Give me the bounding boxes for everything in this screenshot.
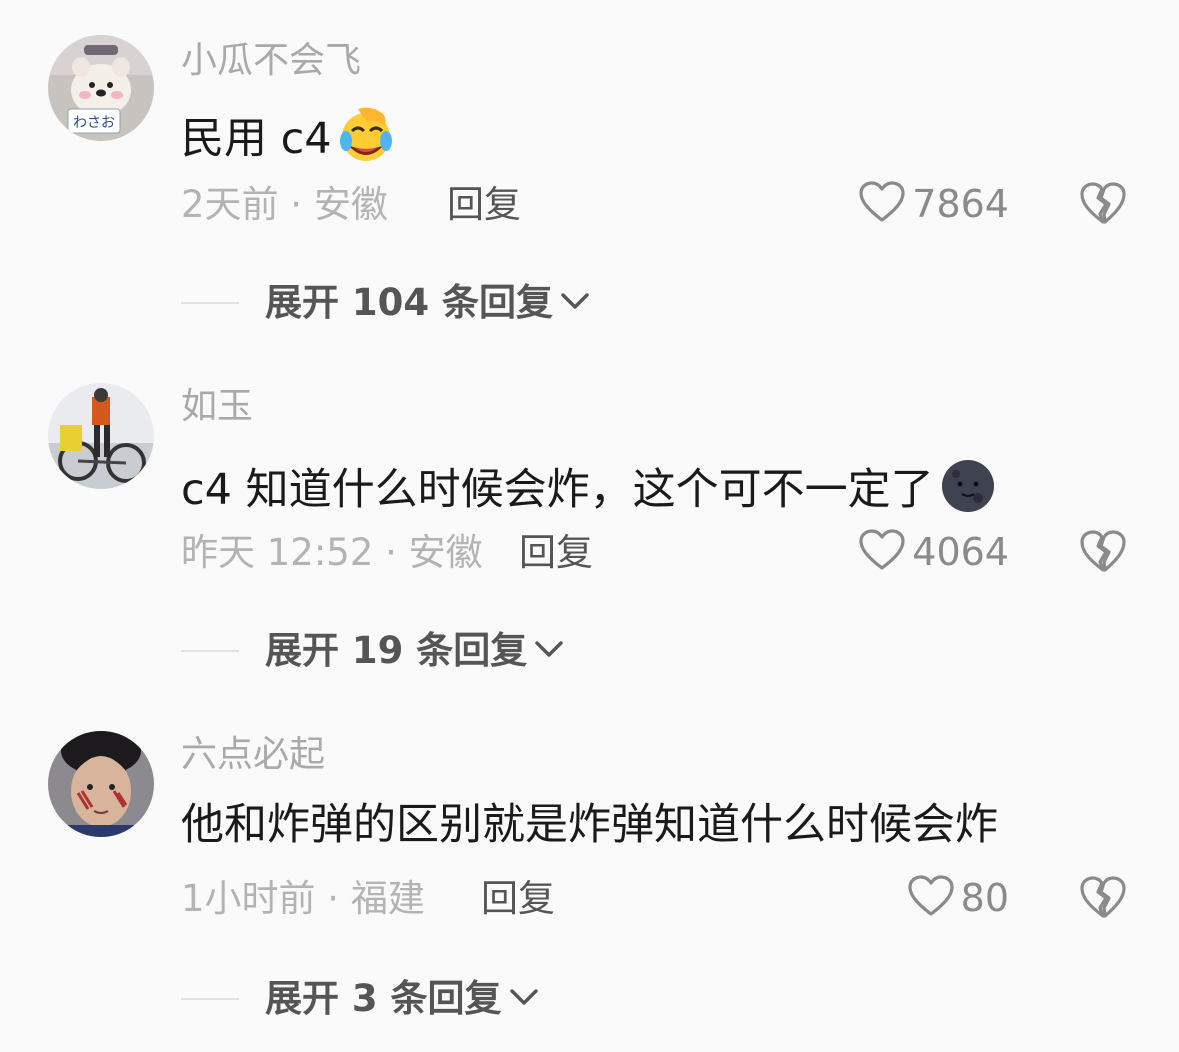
comment-text: 民用 c4: [181, 107, 396, 171]
like-count: 4064: [912, 530, 1009, 574]
comment-text-body: c4 知道什么时候会炸，这个可不一定了: [181, 464, 934, 515]
comment-meta: 2天前 · 安徽: [181, 183, 388, 226]
reply-button[interactable]: 回复: [447, 186, 521, 223]
heart-outline-icon: [858, 180, 906, 228]
broken-heart-icon: [1078, 182, 1128, 230]
avatar[interactable]: わさお: [48, 35, 154, 141]
like-count: 80: [960, 876, 1009, 920]
chevron-down-icon: [559, 290, 591, 316]
comment-text: 他和炸弹的区别就是炸弹知道什么时候会炸: [181, 804, 998, 847]
expand-replies-label: 展开 3 条回复: [265, 977, 502, 1020]
username[interactable]: 小瓜不会飞: [181, 43, 361, 79]
comment-list: わさお 小瓜不会飞 民用 c4 2天前 · 安徽 回复 7864 展开 104 …: [0, 0, 1179, 1052]
heart-outline-icon: [858, 528, 906, 576]
dislike-button[interactable]: [1078, 180, 1128, 230]
divider: [181, 997, 239, 1000]
comment-item: 如玉 c4 知道什么时候会炸，这个可不一定了 昨天 12:52 · 安徽 回复: [0, 348, 1179, 696]
comment-meta: 1小时前 · 福建: [181, 877, 425, 920]
chevron-down-icon: [533, 638, 565, 664]
dislike-button[interactable]: [1078, 528, 1128, 578]
comment-text-body: 他和炸弹的区别就是炸弹知道什么时候会炸: [181, 800, 998, 850]
username[interactable]: 如玉: [181, 389, 253, 425]
like-count: 7864: [912, 182, 1009, 226]
avatar[interactable]: [48, 731, 154, 837]
new-moon-face-emoji: [938, 458, 998, 522]
like-button[interactable]: 7864: [858, 180, 1009, 228]
broken-heart-icon: [1078, 876, 1128, 924]
comment-item: 六点必起 他和炸弹的区别就是炸弹知道什么时候会炸 1小时前 · 福建 回复 80: [0, 696, 1179, 1044]
expand-replies[interactable]: 展开 3 条回复: [181, 980, 540, 1017]
expand-replies-label: 展开 19 条回复: [265, 629, 528, 672]
comment-text-body: 民用 c4: [181, 113, 332, 164]
reply-button[interactable]: 回复: [481, 880, 555, 917]
like-button[interactable]: 80: [907, 874, 1009, 922]
dislike-button[interactable]: [1078, 874, 1128, 924]
chevron-down-icon: [508, 986, 540, 1012]
expand-replies-label: 展开 104 条回复: [265, 281, 553, 324]
divider: [181, 301, 239, 304]
broken-heart-icon: [1078, 530, 1128, 578]
reply-button[interactable]: 回复: [519, 534, 593, 571]
svg-text:わさお: わさお: [73, 115, 115, 131]
divider: [181, 649, 239, 652]
expand-replies[interactable]: 展开 19 条回复: [181, 632, 565, 669]
laughing-crying-emoji: [336, 107, 396, 171]
comment-text: c4 知道什么时候会炸，这个可不一定了: [181, 458, 998, 522]
comment-meta: 昨天 12:52 · 安徽: [181, 531, 483, 574]
like-button[interactable]: 4064: [858, 528, 1009, 576]
heart-outline-icon: [907, 874, 955, 922]
comment-item: わさお 小瓜不会飞 民用 c4 2天前 · 安徽 回复 7864 展开 104 …: [0, 0, 1179, 348]
expand-replies[interactable]: 展开 104 条回复: [181, 284, 591, 321]
username[interactable]: 六点必起: [181, 737, 325, 773]
avatar[interactable]: [48, 383, 154, 489]
